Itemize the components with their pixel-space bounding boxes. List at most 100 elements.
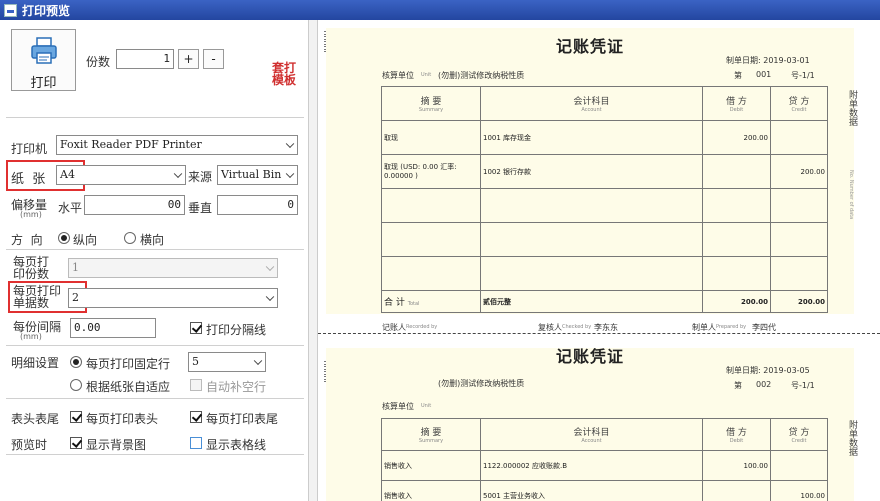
fixed-rows-value: 5 bbox=[192, 355, 199, 368]
printer-value: Foxit Reader PDF Printer bbox=[60, 138, 202, 151]
row-account: 1122.000002 应收账款.B bbox=[480, 450, 703, 481]
docs-per-page-label: 每页打印 单据数 bbox=[13, 285, 61, 309]
printer-select[interactable]: Foxit Reader PDF Printer bbox=[56, 135, 298, 155]
landscape-label: 横向 bbox=[140, 233, 165, 247]
table-row: 取现 1001 库存现金 200.00 bbox=[381, 120, 828, 155]
paper-select[interactable]: A4 bbox=[56, 165, 186, 185]
show-grid-checkbox[interactable] bbox=[190, 437, 202, 449]
table-row bbox=[381, 256, 828, 291]
col-credit: 贷 方 Credit bbox=[770, 86, 828, 121]
spacing-input[interactable]: 0.00 bbox=[70, 318, 156, 338]
copies-per-page-select: 1 bbox=[68, 258, 278, 278]
landscape-radio[interactable] bbox=[124, 232, 136, 244]
table-row: 销售收入 1122.000002 应收账款.B 100.00 bbox=[381, 450, 828, 481]
vertical-offset-input[interactable]: 0 bbox=[217, 195, 298, 215]
show-bg-label: 显示背景图 bbox=[86, 438, 147, 452]
window-title: 打印预览 bbox=[22, 3, 71, 18]
voucher-1-no: 001 bbox=[756, 70, 772, 79]
voucher-1-unit-label: 核算单位 bbox=[382, 71, 414, 80]
row-summary: 销售收入 bbox=[381, 480, 481, 501]
auto-fit-label: 根据纸张自适应 bbox=[86, 380, 171, 394]
source-select[interactable]: Virtual Bin bbox=[217, 165, 298, 185]
row-summary: 销售收入 bbox=[381, 450, 481, 481]
print-button[interactable]: 打印 bbox=[11, 29, 76, 91]
maker-label: 制单人 bbox=[692, 323, 716, 332]
auto-fit-radio[interactable] bbox=[70, 379, 82, 391]
preview-area[interactable]: 记账凭证 制单日期: 2019-03-01 第 001 号-1/1 核算单位 U… bbox=[318, 20, 880, 501]
copies-plus-button[interactable]: + bbox=[178, 49, 199, 69]
row-account: 5001 主营业务收入 bbox=[480, 480, 703, 501]
table-row bbox=[381, 222, 828, 257]
print-separator-label: 打印分隔线 bbox=[206, 323, 267, 337]
portrait-radio[interactable] bbox=[58, 232, 70, 244]
row-summary: 取现 (USD: 0.00 汇率: 0.00000 ) bbox=[381, 154, 481, 189]
bookkeeper-label: 记账人 bbox=[382, 323, 406, 332]
row-debit: 200.00 bbox=[702, 120, 771, 155]
chevron-down-icon bbox=[265, 292, 275, 302]
template-line-2: 模板 bbox=[272, 73, 297, 87]
voucher-1-page: 号-1/1 bbox=[791, 71, 815, 80]
voucher-1: 记账凭证 制单日期: 2019-03-01 第 001 号-1/1 核算单位 U… bbox=[326, 28, 854, 332]
horizontal-label: 水平 bbox=[58, 201, 83, 215]
copies-input[interactable]: 1 bbox=[116, 49, 174, 69]
print-footer-checkbox[interactable] bbox=[190, 411, 202, 423]
maker-value: 李四代 bbox=[752, 323, 776, 332]
preview-label: 预览时 bbox=[11, 438, 48, 452]
chevron-down-icon bbox=[285, 139, 295, 149]
voucher-1-table: 摘 要 Summary 会计科目 Account 借 方 Debit 贷 方 Credi… bbox=[381, 86, 828, 313]
vertical-label: 垂直 bbox=[188, 201, 213, 215]
total-label: 合 计 Total bbox=[381, 290, 481, 313]
detail-label: 明细设置 bbox=[11, 356, 60, 370]
docs-per-page-value: 2 bbox=[72, 291, 79, 304]
print-header-label: 每页打印表头 bbox=[86, 412, 159, 426]
total-debit: 200.00 bbox=[702, 290, 771, 313]
chevron-down-icon bbox=[285, 169, 295, 179]
spacing-unit: (mm) bbox=[20, 332, 42, 341]
table-header-row: 摘 要 Summary 会计科目 Account 借 方 Debit 贷 方 Credi… bbox=[381, 86, 828, 121]
chevron-down-icon bbox=[265, 262, 275, 272]
fixed-rows-select[interactable]: 5 bbox=[188, 352, 266, 372]
show-bg-checkbox[interactable] bbox=[70, 437, 82, 449]
reviewer-value: 李东东 bbox=[594, 323, 618, 332]
voucher-2-no: 002 bbox=[756, 380, 772, 389]
print-header-checkbox[interactable] bbox=[70, 411, 82, 423]
voucher-1-unit-en: Unit bbox=[421, 72, 432, 78]
header-footer-label: 表头表尾 bbox=[11, 412, 60, 426]
show-grid-label: 显示表格线 bbox=[206, 438, 267, 452]
print-footer-label: 每页打印表尾 bbox=[206, 412, 279, 426]
row-debit bbox=[702, 154, 771, 189]
copies-minus-button[interactable]: - bbox=[203, 49, 224, 69]
voucher-1-side-attach: 附单数据 bbox=[847, 90, 857, 126]
reviewer-label: 复核人 bbox=[538, 323, 562, 332]
voucher-2: 记账凭证 制单日期: 2019-03-05 (勿删)测试修改纳税性质 第 002… bbox=[326, 347, 854, 501]
auto-fill-checkbox bbox=[190, 379, 202, 391]
col-account: 会计科目 Account bbox=[480, 86, 703, 121]
voucher-1-title: 记账凭证 bbox=[555, 37, 624, 56]
voucher-2-table: 摘 要 Summary 会计科目 Account 借 方 Debit 贷 方 Credi… bbox=[381, 418, 828, 501]
chevron-down-icon bbox=[173, 169, 183, 179]
divider bbox=[6, 345, 304, 346]
fixed-rows-radio[interactable] bbox=[70, 356, 82, 368]
voucher-2-unit-en: Unit bbox=[421, 403, 432, 409]
total-credit: 200.00 bbox=[770, 290, 828, 313]
print-separator-checkbox[interactable] bbox=[190, 322, 202, 334]
voucher-2-page: 号-1/1 bbox=[791, 381, 815, 390]
table-row: 取现 (USD: 0.00 汇率: 0.00000 ) 1002 银行存款 20… bbox=[381, 154, 828, 189]
docs-per-page-label-line2: 单据数 bbox=[13, 296, 50, 310]
row-account: 1001 库存现金 bbox=[480, 120, 703, 155]
row-debit bbox=[702, 480, 771, 501]
source-value: Virtual Bin bbox=[221, 168, 282, 181]
docs-per-page-select[interactable]: 2 bbox=[68, 288, 278, 308]
col-summary: 摘 要 Summary bbox=[381, 418, 481, 451]
window-titlebar: 打印预览 bbox=[0, 0, 880, 20]
panel-splitter[interactable] bbox=[308, 20, 318, 501]
row-credit bbox=[770, 120, 828, 155]
voucher-1-unit-value: (勿删)测试修改纳税性质 bbox=[438, 71, 525, 80]
settings-panel: 打印 份数 1 + - 套打 模板 打印机 Foxit Reader PDF P… bbox=[0, 20, 308, 501]
template-print-link[interactable]: 套打 模板 bbox=[272, 62, 296, 86]
voucher-2-no-label: 第 bbox=[734, 381, 742, 390]
paper-label: 纸 张 bbox=[11, 172, 46, 187]
voucher-2-unit-label: 核算单位 bbox=[382, 402, 414, 411]
auto-fill-label: 自动补空行 bbox=[206, 380, 267, 394]
horizontal-offset-input[interactable]: 00 bbox=[84, 195, 185, 215]
